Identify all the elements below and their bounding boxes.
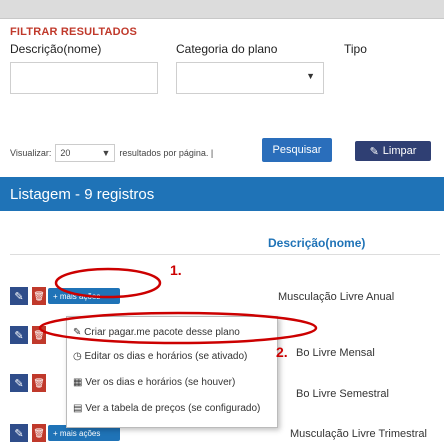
annotation-label-2: 2. <box>276 344 288 360</box>
annotation-overlay <box>38 267 318 345</box>
annotation-circle-2 <box>38 311 318 345</box>
annotation-label-1: 1. <box>170 262 182 278</box>
annotation-circle-1 <box>54 267 162 299</box>
